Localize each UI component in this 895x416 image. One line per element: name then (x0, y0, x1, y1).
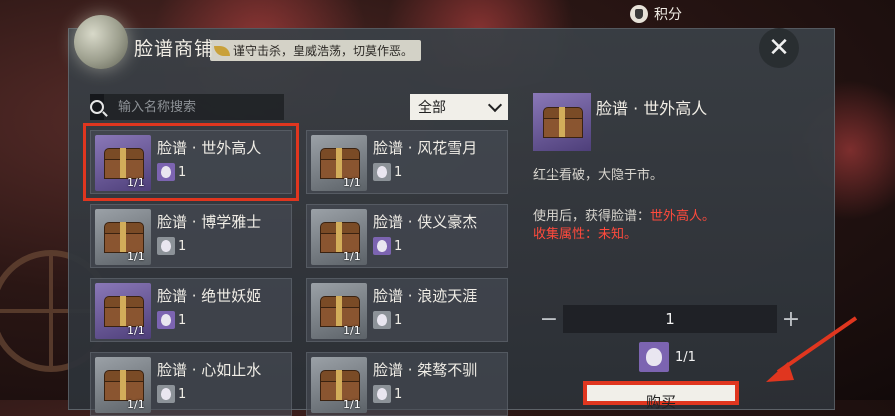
item-cost: 1 (157, 311, 186, 329)
item-name: 脸谱 · 浪迹天涯 (373, 287, 478, 305)
item-card-5[interactable]: 1/1 脸谱 · 浪迹天涯 1 (306, 278, 508, 342)
item-quantity: 1/1 (343, 250, 361, 263)
item-cost: 1 (157, 163, 186, 181)
item-grid: 1/1 脸谱 · 世外高人 1 1/1 脸谱 · 风花雪月 1 1/1 脸谱 ·… (83, 123, 508, 416)
item-cost-value: 1 (394, 386, 403, 402)
points-label: 积分 (654, 7, 682, 23)
item-cost-value: 1 (394, 164, 403, 180)
motto-text: 谨守击杀，皇威浩荡，切莫作恶。 (233, 44, 414, 58)
item-card-7[interactable]: 1/1 脸谱 · 桀骜不驯 1 (306, 352, 508, 416)
detail-thumbnail (533, 93, 591, 151)
points-icon (630, 5, 648, 23)
mask-currency-icon (373, 311, 391, 329)
mask-currency-icon (373, 237, 391, 255)
chest-icon (104, 370, 144, 401)
item-card-4[interactable]: 1/1 脸谱 · 绝世妖姬 1 (90, 278, 292, 342)
item-cost-value: 1 (178, 386, 187, 402)
item-quantity: 1/1 (127, 250, 145, 263)
item-cost: 1 (373, 237, 402, 255)
item-name: 脸谱 · 风花雪月 (373, 139, 478, 157)
cost-ratio: 1/1 (675, 349, 696, 365)
item-cost-value: 1 (178, 238, 187, 254)
chest-icon (104, 296, 144, 327)
item-name: 脸谱 · 心如止水 (157, 361, 262, 379)
item-cost-value: 1 (178, 312, 187, 328)
item-cost: 1 (373, 385, 402, 403)
mask-currency-icon (157, 311, 175, 329)
motto-banner: 谨守击杀，皇威浩荡，切莫作恶。 (210, 40, 422, 61)
use-effect-prefix: 使用后，获得脸谱： (533, 209, 651, 224)
item-card-1[interactable]: 1/1 脸谱 · 风花雪月 1 (306, 130, 508, 194)
item-quantity: 1/1 (343, 176, 361, 189)
mask-currency-icon (639, 342, 669, 372)
detail-description: 红尘看破，大隐于市。 (533, 168, 664, 183)
close-button[interactable]: ✕ (759, 28, 799, 68)
mask-currency-icon (373, 385, 391, 403)
item-name: 脸谱 · 博学雅士 (157, 213, 262, 231)
chevron-down-icon (487, 97, 503, 112)
chest-icon (104, 222, 144, 253)
item-cost: 1 (373, 311, 402, 329)
search-bar (90, 94, 290, 120)
item-name: 脸谱 · 侠义豪杰 (373, 213, 478, 231)
item-cost-value: 1 (394, 312, 403, 328)
item-cost-value: 1 (394, 238, 403, 254)
detail-use-effect: 使用后，获得脸谱：世外高人。 (533, 205, 715, 224)
chest-icon (320, 296, 360, 327)
close-icon: ✕ (768, 33, 790, 63)
item-cost: 1 (157, 237, 186, 255)
mask-currency-icon (157, 385, 175, 403)
moon-emblem-icon (74, 15, 128, 69)
chest-icon (104, 148, 144, 179)
item-name: 脸谱 · 世外高人 (157, 139, 262, 157)
decrement-button[interactable]: − (535, 305, 563, 333)
chest-icon (320, 222, 360, 253)
mask-currency-icon (157, 163, 175, 181)
mask-currency-icon (157, 237, 175, 255)
item-quantity: 1/1 (127, 176, 145, 189)
item-cost: 1 (373, 163, 402, 181)
item-name: 脸谱 · 桀骜不驯 (373, 361, 478, 379)
chest-icon (320, 370, 360, 401)
detail-item-name: 脸谱 · 世外高人 (596, 99, 708, 118)
use-effect-value: 世外高人。 (650, 209, 716, 224)
search-icon[interactable] (90, 94, 104, 120)
item-card-0[interactable]: 1/1 脸谱 · 世外高人 1 (83, 123, 299, 201)
purchase-cost: 1/1 (639, 342, 696, 372)
item-cost-value: 1 (178, 164, 187, 180)
points-indicator[interactable]: 积分 (630, 4, 682, 24)
buy-button[interactable]: 购买 (583, 381, 739, 411)
detail-collect-attribute: 收集属性：未知。 (533, 227, 638, 242)
panel-title: 脸谱商铺 (134, 38, 215, 60)
filter-selected-label: 全部 (418, 100, 446, 116)
chest-icon (543, 107, 583, 138)
item-card-6[interactable]: 1/1 脸谱 · 心如止水 1 (90, 352, 292, 416)
item-quantity: 1/1 (127, 324, 145, 337)
leaf-icon (214, 45, 230, 56)
search-input[interactable] (104, 94, 290, 120)
red-arrow-annotation (766, 316, 858, 382)
chest-icon (320, 148, 360, 179)
mask-currency-icon (373, 163, 391, 181)
item-name: 脸谱 · 绝世妖姬 (157, 287, 262, 305)
item-card-2[interactable]: 1/1 脸谱 · 博学雅士 1 (90, 204, 292, 268)
quantity-value[interactable]: 1 (563, 305, 777, 333)
item-quantity: 1/1 (343, 324, 361, 337)
item-card-3[interactable]: 1/1 脸谱 · 侠义豪杰 1 (306, 204, 508, 268)
category-filter-dropdown[interactable]: 全部 (410, 94, 508, 120)
item-cost: 1 (157, 385, 186, 403)
